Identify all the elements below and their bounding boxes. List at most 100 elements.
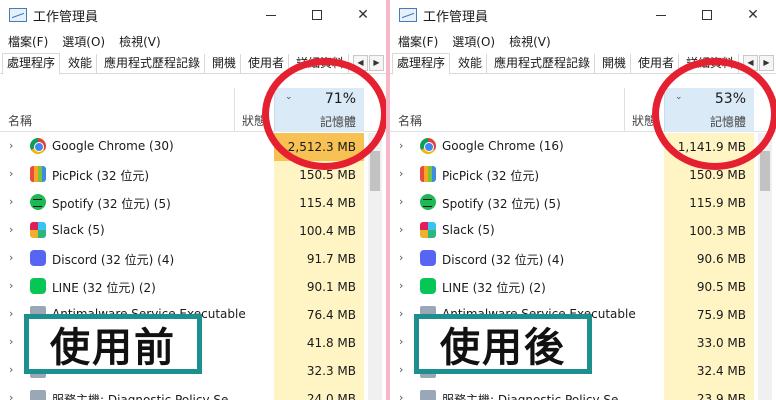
- column-separator[interactable]: [234, 88, 235, 132]
- column-status-header[interactable]: 狀態: [632, 112, 656, 129]
- process-row[interactable]: › Spotify (32 位元) (5) 115.9 MB: [390, 189, 776, 217]
- process-row[interactable]: › LINE (32 位元) (2) 90.5 MB: [390, 273, 776, 301]
- tab-scroll-right-icon[interactable]: ▶: [369, 55, 384, 71]
- expand-chevron-icon[interactable]: ›: [399, 279, 403, 292]
- scroll-up-icon[interactable]: ▲: [758, 133, 772, 149]
- process-name: PicPick (32 位元): [52, 169, 150, 183]
- tab-app-history[interactable]: 應用程式歷程記錄: [490, 54, 596, 74]
- process-name: Spotify (32 位元) (5): [442, 197, 561, 211]
- expand-chevron-icon[interactable]: ›: [9, 195, 13, 208]
- process-name: 服務主機: Diagnostic Policy Se: [442, 393, 619, 400]
- process-memory: 32.4 MB: [664, 357, 754, 385]
- chrome-icon: [30, 138, 46, 154]
- expand-chevron-icon[interactable]: ›: [399, 363, 403, 376]
- scrollbar[interactable]: ▲: [368, 133, 382, 400]
- menu-view[interactable]: 檢視(V): [119, 33, 161, 50]
- expand-chevron-icon[interactable]: ›: [399, 167, 403, 180]
- process-row[interactable]: › Google Chrome (16) 1,141.9 MB: [390, 133, 776, 161]
- tab-startup[interactable]: 開機: [208, 54, 242, 74]
- expand-chevron-icon[interactable]: ›: [399, 195, 403, 208]
- close-button[interactable]: ✕: [340, 0, 386, 30]
- picpick-icon: [420, 166, 436, 182]
- minimize-button[interactable]: [248, 0, 294, 30]
- tab-details[interactable]: 詳細資料: [292, 54, 350, 74]
- process-memory: 24.0 MB: [274, 385, 364, 400]
- tab-scroll-left-icon[interactable]: ◀: [353, 55, 368, 71]
- expand-chevron-icon[interactable]: ›: [9, 363, 13, 376]
- expand-chevron-icon[interactable]: ›: [399, 391, 403, 400]
- maximize-button[interactable]: [294, 0, 340, 30]
- title-bar[interactable]: 工作管理員 ✕: [390, 0, 776, 30]
- menu-file[interactable]: 檔案(F): [398, 33, 438, 50]
- line-icon: [30, 278, 46, 294]
- process-row[interactable]: › 服務主機: Diagnostic Policy Se 23.9 MB: [390, 385, 776, 400]
- generic-icon: [420, 390, 436, 400]
- expand-chevron-icon[interactable]: ›: [399, 251, 403, 264]
- close-icon: ✕: [357, 7, 369, 23]
- tab-scroll-buttons: ◀ ▶: [352, 55, 384, 71]
- scroll-up-icon[interactable]: ▲: [368, 133, 382, 149]
- close-button[interactable]: ✕: [730, 0, 776, 30]
- minimize-button[interactable]: [638, 0, 684, 30]
- process-row[interactable]: › LINE (32 位元) (2) 90.1 MB: [0, 273, 386, 301]
- process-name: Discord (32 位元) (4): [442, 253, 565, 267]
- column-memory-header[interactable]: ⌄ 71% 記憶體: [274, 88, 364, 132]
- process-memory: 150.5 MB: [274, 161, 364, 189]
- column-status-header[interactable]: 狀態: [242, 112, 266, 129]
- tab-users[interactable]: 使用者: [244, 54, 290, 74]
- column-separator[interactable]: [624, 88, 625, 132]
- maximize-button[interactable]: [684, 0, 730, 30]
- expand-chevron-icon[interactable]: ›: [9, 167, 13, 180]
- tab-app-history[interactable]: 應用程式歷程記錄: [100, 54, 206, 74]
- expand-chevron-icon[interactable]: ›: [399, 307, 403, 320]
- process-memory: 90.1 MB: [274, 273, 364, 301]
- tab-scroll-buttons: ◀ ▶: [742, 55, 774, 71]
- process-row[interactable]: › Discord (32 位元) (4) 90.6 MB: [390, 245, 776, 273]
- scroll-thumb[interactable]: [370, 151, 380, 191]
- title-bar[interactable]: 工作管理員 ✕: [0, 0, 386, 30]
- expand-chevron-icon[interactable]: ›: [399, 335, 403, 348]
- expand-chevron-icon[interactable]: ›: [9, 307, 13, 320]
- expand-chevron-icon[interactable]: ›: [9, 335, 13, 348]
- process-row[interactable]: › 服務主機: Diagnostic Policy Se 24.0 MB: [0, 385, 386, 400]
- tab-processes[interactable]: 處理程序: [392, 53, 451, 75]
- expand-chevron-icon[interactable]: ›: [9, 251, 13, 264]
- expand-chevron-icon[interactable]: ›: [9, 279, 13, 292]
- expand-chevron-icon[interactable]: ›: [9, 391, 13, 400]
- expand-chevron-icon[interactable]: ›: [9, 223, 13, 236]
- process-name: 服務主機: Diagnostic Policy Se: [52, 393, 229, 400]
- discord-icon: [30, 250, 46, 266]
- menu-options[interactable]: 選項(O): [62, 33, 105, 50]
- column-memory-header[interactable]: ⌄ 53% 記憶體: [664, 88, 754, 132]
- tab-startup[interactable]: 開機: [598, 54, 632, 74]
- tab-users[interactable]: 使用者: [634, 54, 680, 74]
- process-memory: 115.4 MB: [274, 189, 364, 217]
- menu-file[interactable]: 檔案(F): [8, 33, 48, 50]
- slack-icon: [420, 222, 436, 238]
- scroll-thumb[interactable]: [760, 151, 770, 191]
- process-row[interactable]: › Google Chrome (30) 2,512.3 MB: [0, 133, 386, 161]
- process-name: Slack (5): [442, 223, 495, 237]
- column-name-header[interactable]: 名稱: [8, 112, 32, 129]
- minimize-icon: [266, 14, 276, 16]
- menu-view[interactable]: 檢視(V): [509, 33, 551, 50]
- expand-chevron-icon[interactable]: ›: [399, 139, 403, 152]
- process-row[interactable]: › Discord (32 位元) (4) 91.7 MB: [0, 245, 386, 273]
- tab-performance[interactable]: 效能: [64, 54, 98, 74]
- expand-chevron-icon[interactable]: ›: [399, 223, 403, 236]
- tab-scroll-right-icon[interactable]: ▶: [759, 55, 774, 71]
- tab-performance[interactable]: 效能: [454, 54, 488, 74]
- picpick-icon: [30, 166, 46, 182]
- process-row[interactable]: › Slack (5) 100.4 MB: [0, 217, 386, 245]
- process-row[interactable]: › PicPick (32 位元) 150.5 MB: [0, 161, 386, 189]
- column-name-header[interactable]: 名稱: [398, 112, 422, 129]
- expand-chevron-icon[interactable]: ›: [9, 139, 13, 152]
- tab-processes[interactable]: 處理程序: [2, 53, 61, 75]
- menu-options[interactable]: 選項(O): [452, 33, 495, 50]
- scrollbar[interactable]: ▲: [758, 133, 772, 400]
- process-row[interactable]: › Spotify (32 位元) (5) 115.4 MB: [0, 189, 386, 217]
- tab-details[interactable]: 詳細資料: [682, 54, 740, 74]
- process-row[interactable]: › Slack (5) 100.3 MB: [390, 217, 776, 245]
- process-row[interactable]: › PicPick (32 位元) 150.9 MB: [390, 161, 776, 189]
- tab-scroll-left-icon[interactable]: ◀: [743, 55, 758, 71]
